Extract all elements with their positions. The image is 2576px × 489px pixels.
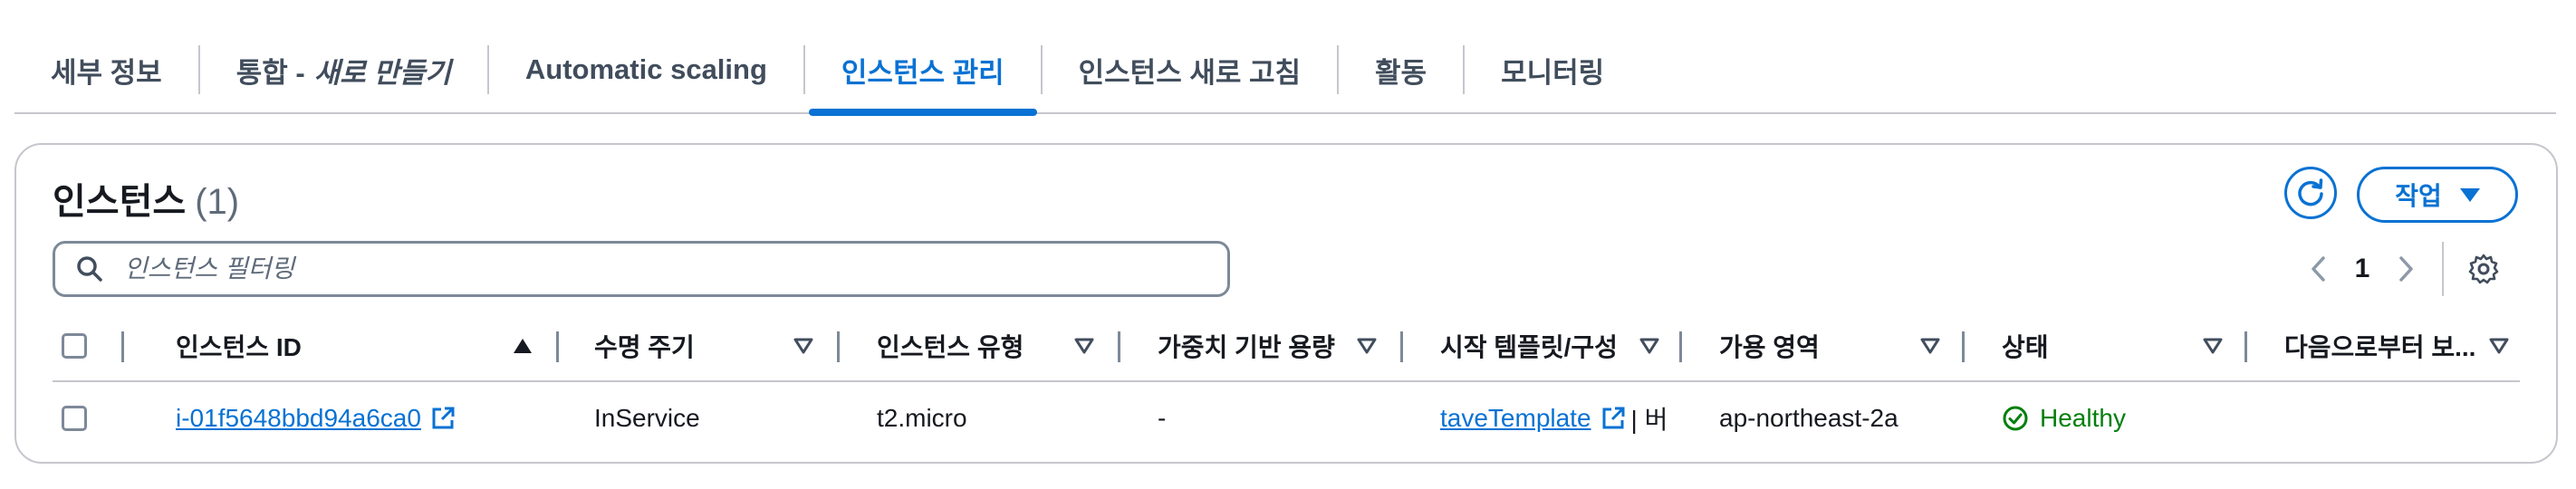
pagination: 1 [2299,241,2504,297]
tab-bar: 세부 정보 통합 - 새로 만들기 Automatic scaling 인스턴스 … [14,27,2556,116]
column-divider [1679,331,1682,362]
column-label: 시작 템플릿/구성 [1440,333,1618,361]
column-header-lifecycle[interactable]: 수명 주기 [594,312,803,380]
tab-instance-management[interactable]: 인스턴스 관리 [805,27,1041,116]
column-divider [1400,331,1403,362]
panel-title-text: 인스턴스 [53,182,187,222]
tab-label: 인스턴스 관리 [841,56,1004,89]
column-divider [2244,331,2247,362]
column-divider [121,331,124,362]
cell-availability-zone: ap-northeast-2a [1719,404,1898,432]
instance-filter[interactable] [53,241,1230,297]
page-number[interactable]: 1 [2339,254,2386,284]
sort-ascending-icon[interactable] [513,338,533,354]
sort-icon[interactable] [1074,338,1094,354]
sort-icon[interactable] [1357,338,1377,354]
row-checkbox[interactable] [62,406,87,431]
status-text: Healthy [2040,404,2126,432]
launch-template-version: | 버 [1630,406,1668,434]
external-link-icon[interactable] [430,406,456,431]
table-row: i-01f5648bbd94a6ca0 InService t2.micro -… [53,382,2520,455]
tab-instance-refresh[interactable]: 인스턴스 새로 고침 [1043,27,1337,112]
pager-divider [2442,242,2444,296]
tab-details[interactable]: 세부 정보 [14,27,198,112]
column-header-availability-zone[interactable]: 가용 영역 [1719,312,1927,380]
refresh-button[interactable] [2284,167,2337,219]
row-checkbox-cell [62,382,98,455]
column-divider [556,331,559,362]
sort-icon[interactable] [793,338,813,354]
tab-label: 모니터링 [1501,56,1605,89]
column-label: 다음으로부터 보... [2284,333,2476,361]
actions-label: 작업 [2395,182,2442,210]
tab-label: Automatic scaling [524,53,767,85]
tab-monitoring[interactable]: 모니터링 [1465,27,1640,112]
actions-button[interactable]: 작업 [2357,167,2518,223]
column-label: 수명 주기 [594,333,695,361]
cell-weighted-capacity: - [1158,404,1167,432]
column-label: 상태 [2002,333,2049,361]
sort-icon[interactable] [2489,338,2509,354]
panel-title: 인스턴스 (1) [53,172,239,225]
sort-icon[interactable] [1920,338,1940,354]
tab-activity[interactable]: 활동 [1339,27,1463,112]
cell-lifecycle: InService [594,404,700,432]
sort-icon[interactable] [1639,338,1659,354]
refresh-icon [2298,178,2323,206]
column-label: 가중치 기반 용량 [1158,333,1335,361]
gear-icon[interactable] [2464,249,2504,289]
page: 세부 정보 통합 - 새로 만들기 Automatic scaling 인스턴스 … [0,0,2576,489]
tab-automatic-scaling[interactable]: Automatic scaling [489,27,803,112]
chevron-left-icon[interactable] [2299,249,2339,289]
sort-icon[interactable] [2203,338,2223,354]
search-icon [75,254,104,283]
select-all-checkbox[interactable] [62,333,87,359]
new-badge: 새로 만들기 [313,56,451,89]
column-header-protected-from[interactable]: 다음으로부터 보... [2284,312,2484,380]
column-label: 가용 영역 [1719,333,1820,361]
column-header-weighted-capacity[interactable]: 가중치 기반 용량 [1158,312,1375,380]
column-header-status[interactable]: 상태 [2002,312,2201,380]
launch-template-link[interactable]: taveTemplate [1440,404,1591,433]
column-divider [1118,331,1120,362]
cell-instance-id: i-01f5648bbd94a6ca0 [176,382,556,455]
tab-label: 인스턴스 새로 고침 [1078,56,1302,89]
instances-panel: 인스턴스(1) 작업 1 [14,143,2558,464]
cell-instance-type: t2.micro [877,404,967,432]
tab-label: 세부 정보 [51,56,162,89]
column-label: 인스턴스 ID [176,333,302,361]
filter-input[interactable] [122,254,1168,284]
tab-integrations[interactable]: 통합 - 새로 만들기 [200,27,487,112]
column-header-instance-type[interactable]: 인스턴스 유형 [877,312,1085,380]
external-link-icon[interactable] [1600,406,1626,431]
column-header-launch-template[interactable]: 시작 템플릿/구성 [1440,312,1639,380]
instance-count: (1) [195,182,240,222]
column-label: 인스턴스 유형 [877,333,1024,361]
cell-status: Healthy [2002,382,2255,455]
column-header-instance-id[interactable]: 인스턴스 ID [176,312,493,380]
check-circle-icon [2003,406,2028,431]
cell-launch-template: taveTemplate | 버 [1440,382,1712,455]
header-checkbox-cell [62,312,98,380]
tab-label: 활동 [1375,56,1427,89]
column-divider [1962,331,1965,362]
tab-label: 통합 - [235,56,305,89]
table-header: 인스턴스 ID 수명 주기 인스턴스 유형 가중치 기반 용량 시작 템플릿/구… [53,312,2520,382]
column-divider [837,331,840,362]
chevron-right-icon[interactable] [2386,249,2426,289]
status-indicator: Healthy [2002,404,2126,433]
instance-id-link[interactable]: i-01f5648bbd94a6ca0 [176,404,421,433]
caret-down-icon [2459,187,2480,202]
